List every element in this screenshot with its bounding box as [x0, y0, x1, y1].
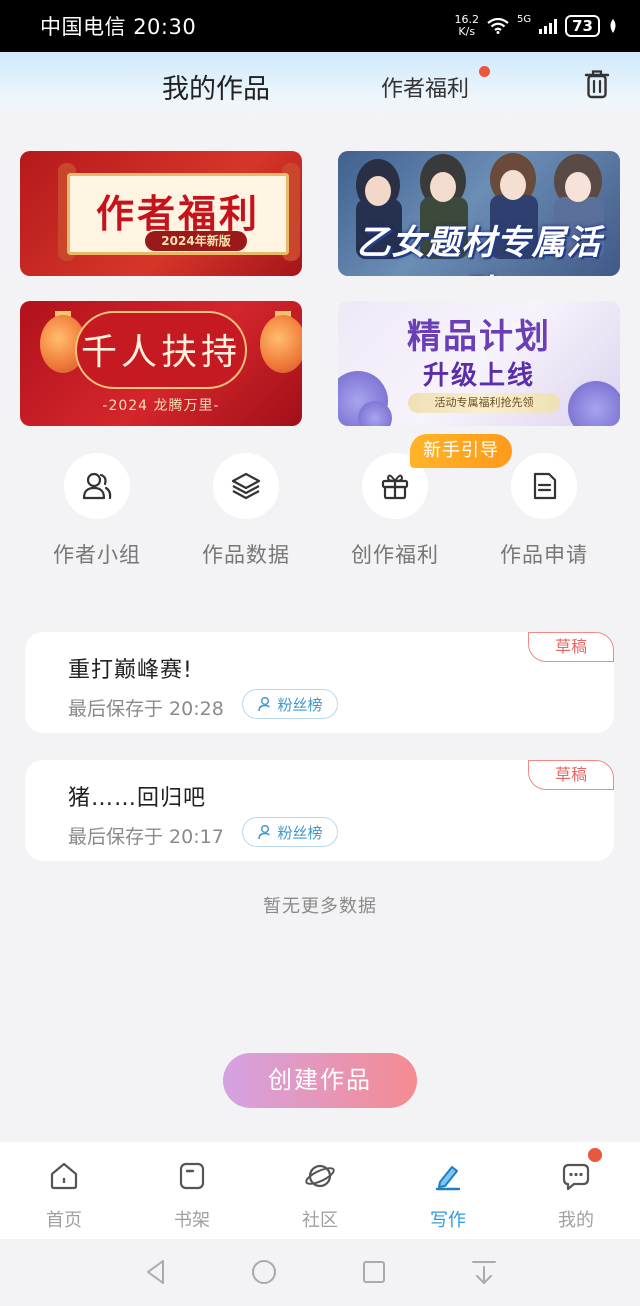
- document-icon: [533, 472, 557, 500]
- user-icon: [258, 825, 271, 840]
- status-icons: 16.2 K/s 5G 73: [455, 14, 619, 38]
- banner-support-subtitle: -2024 龙腾万里-: [102, 398, 220, 414]
- newbie-guide-badge[interactable]: 新手引导: [410, 434, 512, 468]
- draft-saved-time: 最后保存于 20:17: [68, 826, 224, 848]
- action-label: 作品申请: [500, 543, 588, 567]
- action-creation-welfare[interactable]: 创作福利: [325, 453, 465, 569]
- action-author-group[interactable]: 作者小组: [27, 453, 167, 569]
- net-speed: 16.2 K/s: [455, 14, 480, 38]
- draft-title: 猪……回归吧: [68, 786, 207, 811]
- draft-tag: 草稿: [528, 760, 614, 790]
- banner-quality-subtitle: 升级上线: [422, 361, 535, 391]
- bookshelf-icon: [179, 1162, 205, 1190]
- draft-card[interactable]: 重打巅峰赛! 最后保存于 20:28 粉丝榜 草稿: [25, 632, 614, 733]
- carrier-time: 中国电信 20:30: [40, 11, 196, 41]
- action-circle: [213, 453, 279, 519]
- nav-label: 书架: [174, 1210, 210, 1231]
- welfare-scroll: 作者福利 2024年新版: [67, 173, 289, 255]
- banner-quality-title: 精品计划: [407, 317, 551, 357]
- draft-title: 重打巅峰赛!: [68, 658, 193, 683]
- carrier: 中国电信: [40, 15, 126, 39]
- action-work-data[interactable]: 作品数据: [176, 453, 316, 569]
- trash-icon[interactable]: [582, 68, 612, 100]
- layers-icon: [231, 472, 261, 500]
- banner-otome-title: 乙女题材专属活动: [356, 223, 602, 276]
- group-icon: [82, 472, 112, 500]
- banner-quality-tag: 活动专属福利抢先领: [408, 393, 560, 413]
- nav-label: 社区: [302, 1210, 338, 1231]
- pen-icon: [435, 1166, 461, 1191]
- net-speed-unit: K/s: [458, 25, 476, 38]
- gift-icon: [381, 474, 409, 500]
- banner-quality-plan[interactable]: 精品计划 升级上线 活动专属福利抢先领: [338, 301, 620, 426]
- battery-level: 73: [565, 15, 600, 37]
- wifi-icon: [487, 18, 509, 34]
- user-icon: [258, 697, 271, 712]
- action-circle: [511, 453, 577, 519]
- action-label: 创作福利: [351, 543, 439, 567]
- action-label: 作品数据: [202, 543, 290, 567]
- planet-icon: [305, 1164, 335, 1188]
- leaf-icon: [610, 19, 616, 33]
- nav-community[interactable]: 社区: [256, 1160, 384, 1232]
- banner-thousand-support[interactable]: 千人扶持 -2024 龙腾万里-: [20, 301, 302, 426]
- no-more-data: 暂无更多数据: [263, 896, 377, 917]
- notification-dot: [479, 66, 490, 77]
- nav-writing[interactable]: 写作: [384, 1160, 512, 1232]
- home-circle-icon[interactable]: [249, 1257, 279, 1287]
- nav-label: 写作: [430, 1210, 466, 1231]
- back-icon[interactable]: [141, 1257, 171, 1287]
- fan-rank-label: 粉丝榜: [277, 695, 323, 714]
- nav-mine[interactable]: 我的: [512, 1148, 640, 1232]
- action-circle: [64, 453, 130, 519]
- tab-author-welfare[interactable]: 作者福利: [381, 71, 469, 103]
- fan-rank-button[interactable]: 粉丝榜: [242, 817, 338, 847]
- action-work-application[interactable]: 作品申请: [474, 453, 614, 569]
- banner-welfare-subtitle: 2024年新版: [145, 231, 247, 251]
- banner-support-title: 千人扶持: [80, 332, 241, 373]
- create-work-button[interactable]: 创建作品: [223, 1053, 417, 1108]
- clock: 20:30: [133, 15, 197, 39]
- fan-rank-label: 粉丝榜: [277, 823, 323, 842]
- draft-tag: 草稿: [528, 632, 614, 662]
- message-icon: [562, 1163, 590, 1191]
- notification-shade-icon[interactable]: [469, 1257, 499, 1287]
- nav-label: 首页: [46, 1210, 82, 1231]
- home-icon: [50, 1162, 78, 1190]
- bottom-nav: 首页 书架 社区 写作 我的: [0, 1142, 640, 1239]
- banner-welfare-title: 作者福利: [95, 192, 260, 236]
- fan-rank-button[interactable]: 粉丝榜: [242, 689, 338, 719]
- status-bar: 中国电信 20:30 16.2 K/s 5G 73: [0, 0, 640, 52]
- tab-my-works[interactable]: 我的作品: [162, 67, 270, 106]
- nav-label: 我的: [558, 1210, 594, 1231]
- draft-card[interactable]: 猪……回归吧 最后保存于 20:17 粉丝榜 草稿: [25, 760, 614, 861]
- draft-saved-time: 最后保存于 20:28: [68, 698, 224, 720]
- header: 我的作品 作者福利: [0, 52, 640, 120]
- signal-icon: [539, 18, 558, 34]
- nav-home[interactable]: 首页: [0, 1160, 128, 1232]
- nav-bookshelf[interactable]: 书架: [128, 1160, 256, 1232]
- banner-otome-event[interactable]: 乙女题材专属活动: [338, 151, 620, 276]
- system-nav-bar: [0, 1239, 640, 1306]
- action-label: 作者小组: [53, 543, 141, 567]
- recents-icon[interactable]: [359, 1257, 389, 1287]
- banner-author-welfare[interactable]: 作者福利 2024年新版: [20, 151, 302, 276]
- network-type: 5G: [517, 14, 532, 25]
- notification-dot: [588, 1148, 602, 1162]
